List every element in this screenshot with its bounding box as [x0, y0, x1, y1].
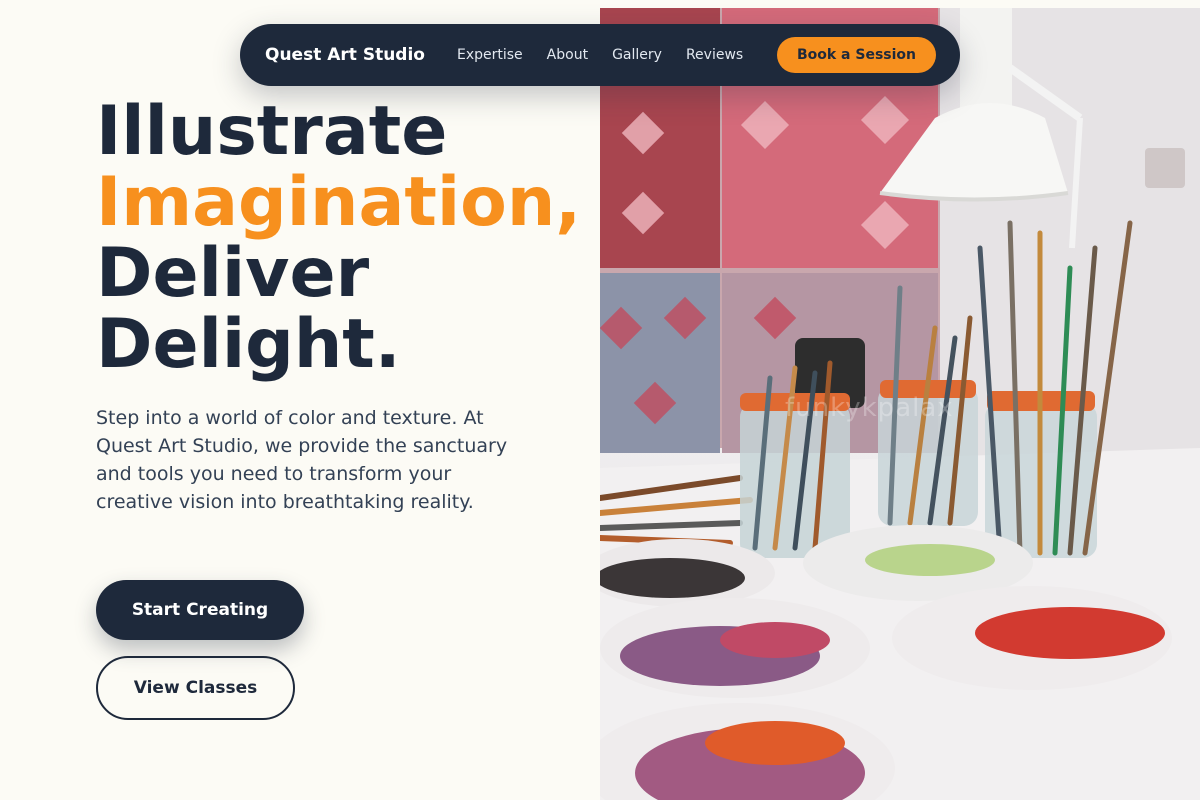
view-classes-button[interactable]: View Classes [96, 656, 295, 720]
headline-line-4: Delight. [96, 305, 401, 384]
hero-section: Illustrate Imagination, Deliver Delight.… [96, 96, 656, 720]
landing-page: funkykpalax Quest Art Studio Expertise A… [0, 0, 1200, 800]
brand-logo[interactable]: Quest Art Studio [265, 45, 425, 65]
nav-link-about[interactable]: About [547, 47, 588, 63]
hero-subtitle: Step into a world of color and texture. … [96, 407, 508, 513]
hero-headline: Illustrate Imagination, Deliver Delight. [96, 96, 656, 380]
headline-line-3: Deliver [96, 234, 370, 313]
nav-links: Expertise About Gallery Reviews [457, 47, 777, 63]
book-session-button[interactable]: Book a Session [776, 37, 936, 73]
hero-photo: funkykpalax [600, 8, 1200, 800]
top-navigation: Quest Art Studio Expertise About Gallery… [240, 24, 960, 86]
start-creating-button[interactable]: Start Creating [96, 580, 304, 640]
nav-link-reviews[interactable]: Reviews [686, 47, 743, 63]
nav-link-gallery[interactable]: Gallery [612, 47, 662, 63]
nav-link-expertise[interactable]: Expertise [457, 47, 523, 63]
headline-accent: Imagination, [96, 163, 582, 242]
photo-watermark: funkykpalax [785, 393, 954, 423]
headline-line-1: Illustrate [96, 92, 448, 171]
